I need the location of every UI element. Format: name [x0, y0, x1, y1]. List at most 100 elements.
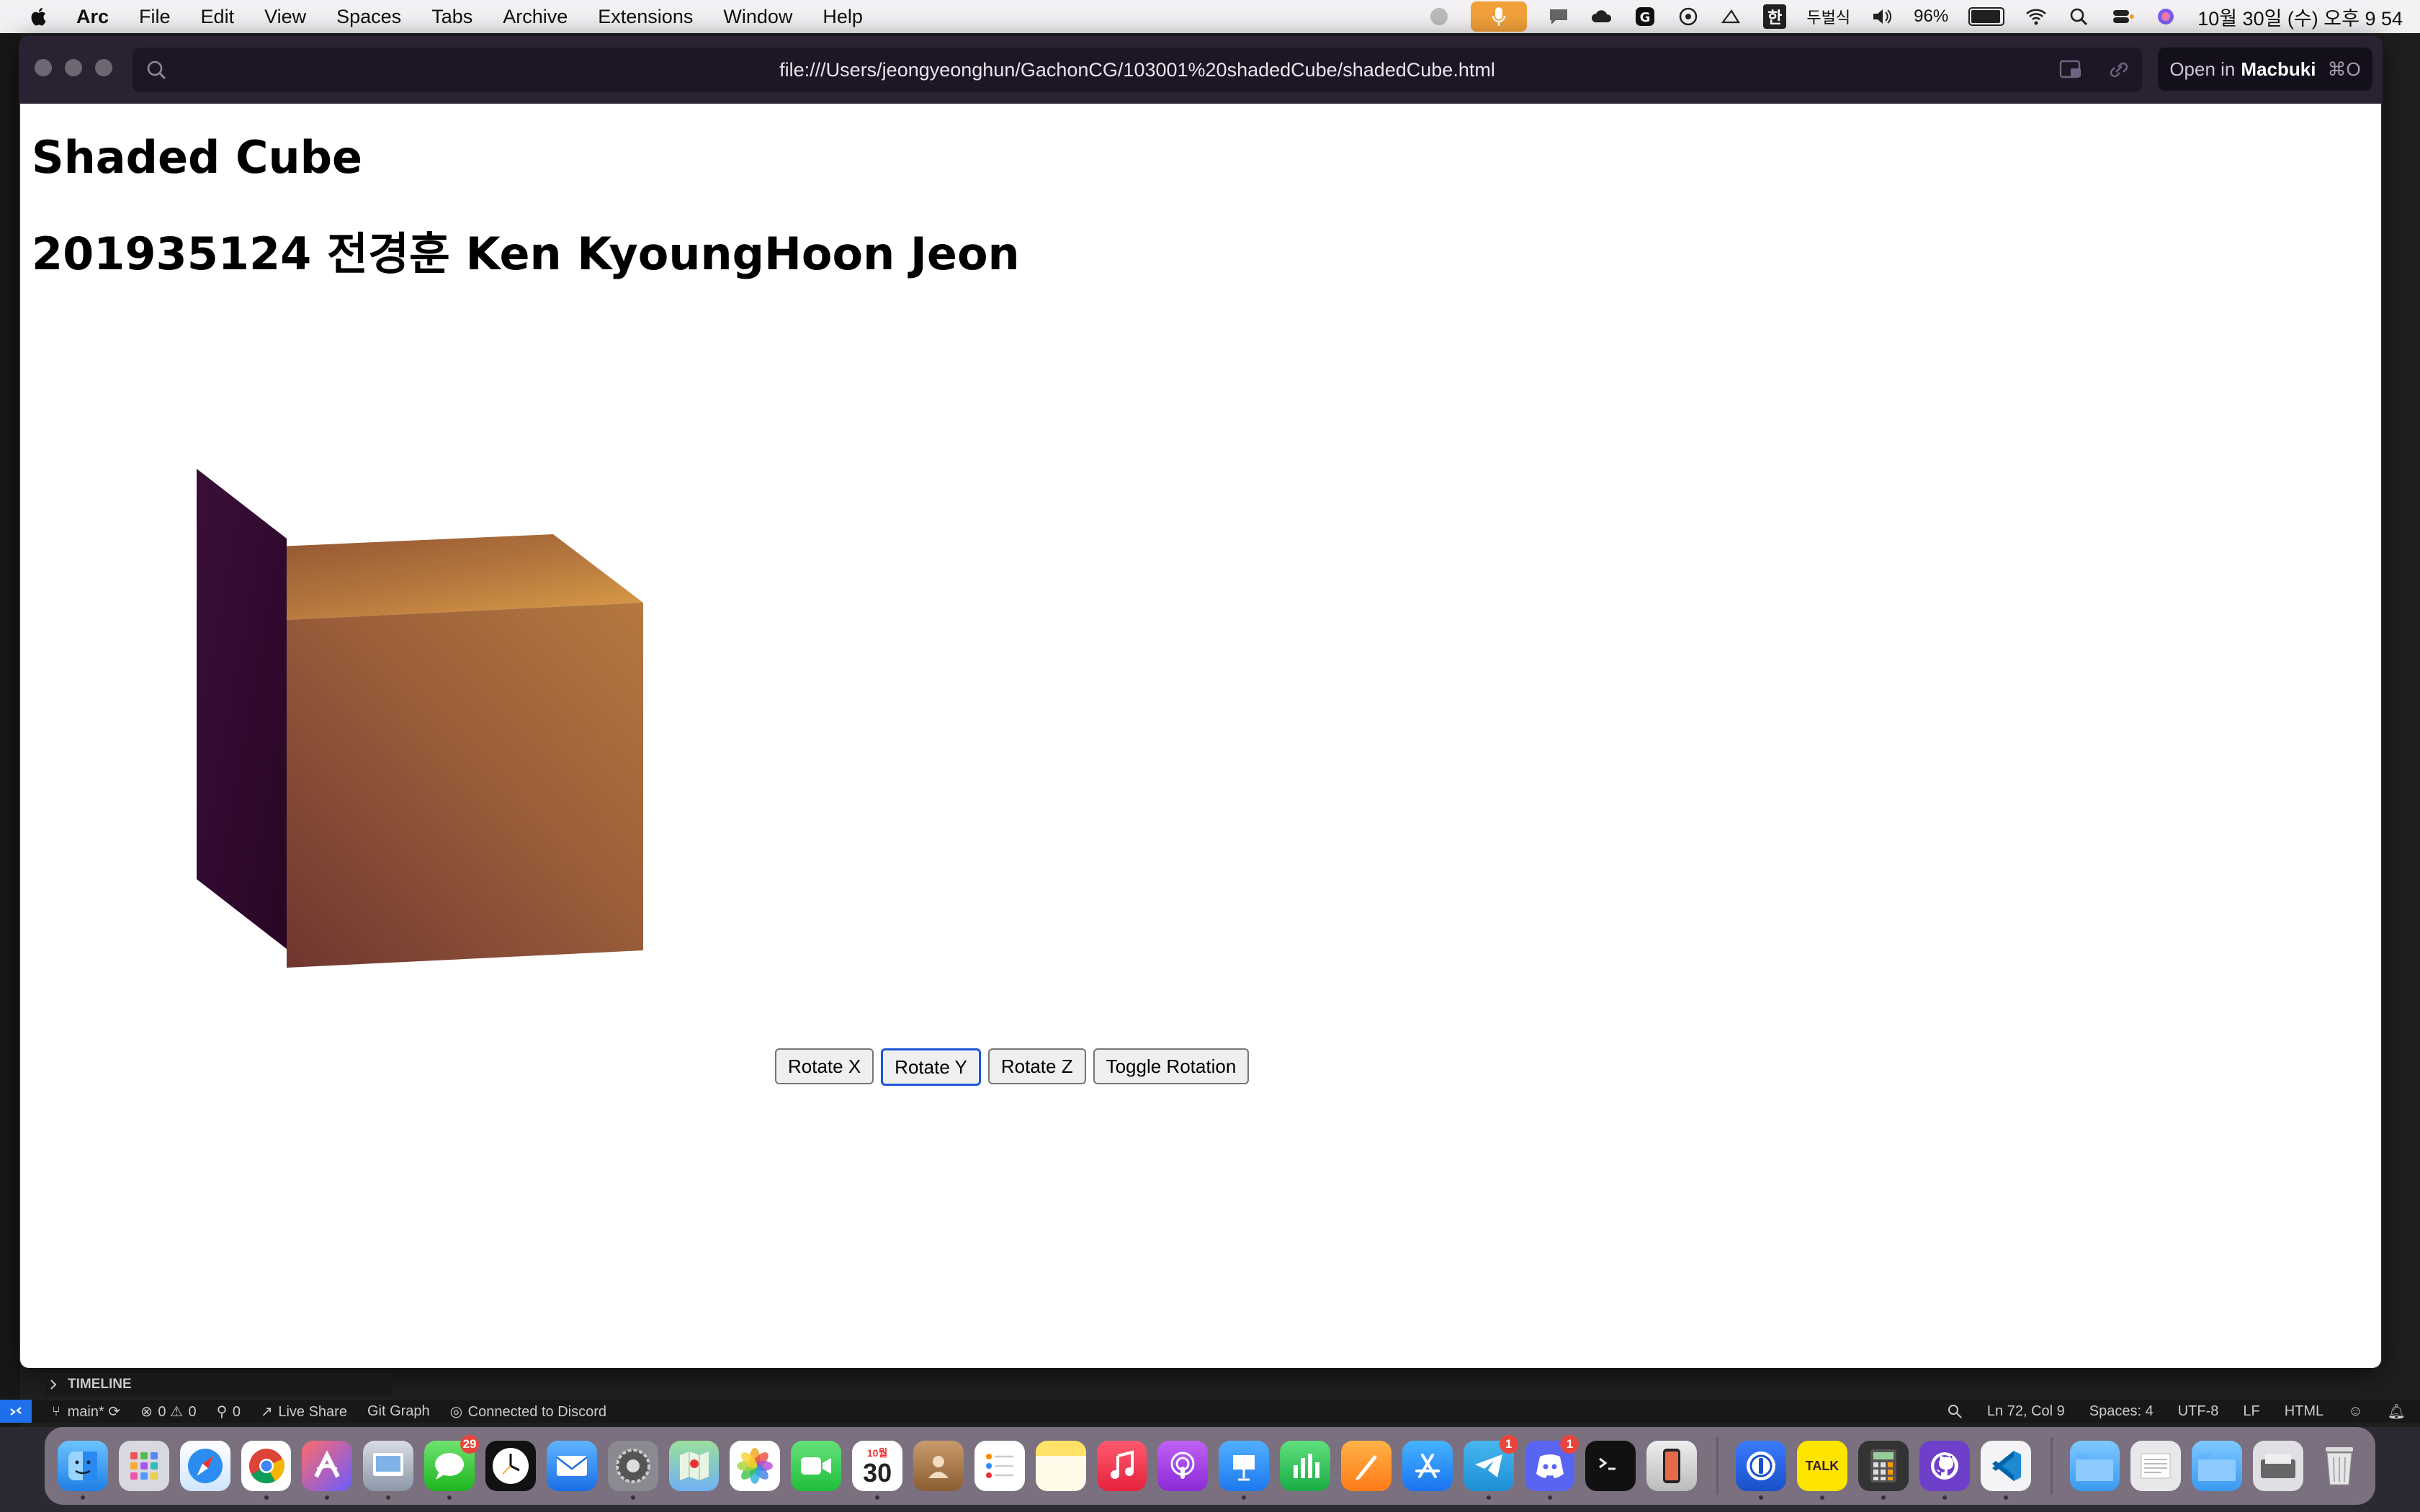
rotate-x-button[interactable]: Rotate X: [775, 1048, 874, 1084]
line-ending[interactable]: LF: [2243, 1403, 2259, 1420]
picture-in-picture-icon[interactable]: [2058, 58, 2084, 82]
volume-icon[interactable]: [1870, 6, 1894, 27]
documents-stack-icon[interactable]: [2130, 1441, 2182, 1491]
menu-app-arc[interactable]: Arc: [76, 6, 109, 28]
menu-view[interactable]: View: [264, 6, 306, 28]
trash-icon[interactable]: [2314, 1441, 2365, 1491]
arc-browser-window: file:///Users/jeongyeonghun/GachonCG/103…: [19, 36, 2383, 1368]
menu-edit[interactable]: Edit: [201, 6, 235, 28]
close-window-button[interactable]: [35, 59, 52, 76]
problems-indicator[interactable]: ⊗ 0 ⚠ 0: [140, 1403, 197, 1421]
telegram-icon[interactable]: 1: [1463, 1435, 1518, 1500]
grammarly-icon[interactable]: G: [1634, 6, 1657, 27]
notes-icon[interactable]: [1035, 1441, 1086, 1491]
rotate-y-button[interactable]: Rotate Y: [881, 1048, 981, 1086]
timeline-panel-header[interactable]: TIMELINE: [46, 1374, 392, 1395]
reminders-icon[interactable]: [974, 1441, 1025, 1491]
chat-bubble-icon[interactable]: [1547, 6, 1570, 27]
wifi-icon[interactable]: [2025, 6, 2048, 27]
terminal-icon[interactable]: [1585, 1441, 1636, 1491]
ports-indicator[interactable]: ⚲ 0: [217, 1403, 241, 1421]
record-indicator-icon[interactable]: [1428, 6, 1451, 27]
toggle-rotation-button[interactable]: Toggle Rotation: [1093, 1048, 1250, 1084]
recent-files-stack-icon[interactable]: [2253, 1441, 2303, 1491]
discord-badge: 1: [1560, 1435, 1579, 1454]
app-store-icon[interactable]: [1402, 1441, 1453, 1491]
address-bar[interactable]: file:///Users/jeongyeonghun/GachonCG/103…: [133, 48, 2142, 92]
live-share-label: Live Share: [278, 1403, 347, 1420]
podcasts-icon[interactable]: [1157, 1441, 1209, 1491]
microphone-icon[interactable]: [1471, 1, 1528, 32]
menu-tabs[interactable]: Tabs: [431, 6, 472, 28]
menu-spaces[interactable]: Spaces: [336, 6, 401, 28]
minimize-window-button[interactable]: [65, 59, 82, 76]
calendar-icon[interactable]: 10월 30: [852, 1441, 903, 1500]
finder-icon[interactable]: [58, 1441, 108, 1500]
chrome-icon[interactable]: [241, 1441, 292, 1500]
system-settings-icon[interactable]: [607, 1441, 658, 1500]
messages-icon[interactable]: 29: [424, 1435, 480, 1500]
photos-icon[interactable]: [730, 1441, 781, 1491]
cloud-sync-icon[interactable]: [1590, 6, 1613, 27]
launchpad-icon[interactable]: [118, 1441, 169, 1491]
safari-icon[interactable]: [179, 1441, 230, 1491]
at-sign-icon[interactable]: [1677, 6, 1700, 27]
menu-bar-clock[interactable]: 10월 30일 (수) 오후 9 54: [2197, 3, 2403, 31]
cursor-position[interactable]: Ln 72, Col 9: [1987, 1403, 2065, 1420]
open-in-macbuki-button[interactable]: Open in Macbuki ⌘O: [2158, 48, 2372, 91]
input-source-indicator[interactable]: 한: [1763, 4, 1787, 29]
keynote-icon[interactable]: [1219, 1441, 1270, 1500]
mail-icon[interactable]: [546, 1441, 597, 1491]
live-share-button[interactable]: ↗ Live Share: [261, 1403, 347, 1421]
battery-icon[interactable]: [1968, 7, 2005, 26]
1password-icon[interactable]: [1736, 1441, 1787, 1500]
discord-icon[interactable]: 1: [1524, 1435, 1579, 1500]
calculator-icon[interactable]: [1857, 1441, 1909, 1500]
git-graph-button[interactable]: Git Graph: [367, 1403, 430, 1420]
menu-archive[interactable]: Archive: [503, 6, 568, 28]
numbers-icon[interactable]: [1280, 1441, 1331, 1491]
indentation-setting[interactable]: Spaces: 4: [2089, 1403, 2154, 1420]
facetime-icon[interactable]: [791, 1441, 842, 1491]
siri-icon[interactable]: [2154, 6, 2177, 27]
preview-icon[interactable]: [363, 1441, 414, 1500]
rotate-z-button[interactable]: Rotate Z: [987, 1048, 1086, 1084]
menu-extensions[interactable]: Extensions: [598, 6, 693, 28]
url-text[interactable]: file:///Users/jeongyeonghun/GachonCG/103…: [779, 59, 1495, 81]
menu-window[interactable]: Window: [723, 6, 792, 28]
status-bar-left: ⑂ main* ⟳ ⊗ 0 ⚠ 0 ⚲ 0 ↗ Live Share Git G…: [32, 1403, 606, 1421]
vscode-icon[interactable]: [1980, 1441, 2031, 1500]
input-method-label[interactable]: 두벌식: [1806, 5, 1850, 28]
control-center-icon[interactable]: [2111, 6, 2135, 27]
zoom-icon[interactable]: [1947, 1403, 1963, 1419]
pages-icon[interactable]: [1341, 1441, 1392, 1491]
github-desktop-icon[interactable]: [1919, 1441, 1970, 1500]
applications-folder-icon[interactable]: [2069, 1441, 2120, 1491]
zoom-window-button[interactable]: [95, 59, 112, 76]
chevron-right-icon: [50, 1380, 57, 1390]
contacts-icon[interactable]: [913, 1441, 964, 1491]
discord-status[interactable]: ◎ Connected to Discord: [450, 1403, 606, 1421]
menu-help[interactable]: Help: [823, 6, 863, 28]
copy-link-icon[interactable]: [2106, 58, 2132, 82]
apple-logo-icon[interactable]: [29, 6, 50, 27]
iphone-mirroring-icon[interactable]: [1646, 1441, 1698, 1491]
downloads-folder-icon[interactable]: [2192, 1441, 2243, 1491]
arc-browser-icon[interactable]: [302, 1441, 353, 1500]
spotlight-search-icon[interactable]: [2068, 6, 2091, 27]
feedback-icon[interactable]: ☺: [2348, 1403, 2362, 1420]
maps-icon[interactable]: [668, 1441, 720, 1491]
kakaotalk-label: TALK: [1805, 1458, 1839, 1473]
kakaotalk-icon[interactable]: TALK: [1797, 1441, 1847, 1500]
remote-indicator-icon[interactable]: [0, 1400, 32, 1423]
notifications-bell-icon[interactable]: 🔔︎: [2388, 1403, 2406, 1421]
music-icon[interactable]: [1096, 1441, 1147, 1491]
file-encoding[interactable]: UTF-8: [2178, 1403, 2219, 1420]
handwriting-icon[interactable]: [1720, 6, 1743, 27]
menu-file[interactable]: File: [139, 6, 171, 28]
timeline-label: TIMELINE: [68, 1377, 132, 1392]
open-in-label: Open in: [2169, 58, 2236, 80]
clock-icon[interactable]: [485, 1441, 536, 1491]
language-mode[interactable]: HTML: [2285, 1403, 2323, 1420]
git-branch-indicator[interactable]: ⑂ main* ⟳: [52, 1403, 120, 1421]
